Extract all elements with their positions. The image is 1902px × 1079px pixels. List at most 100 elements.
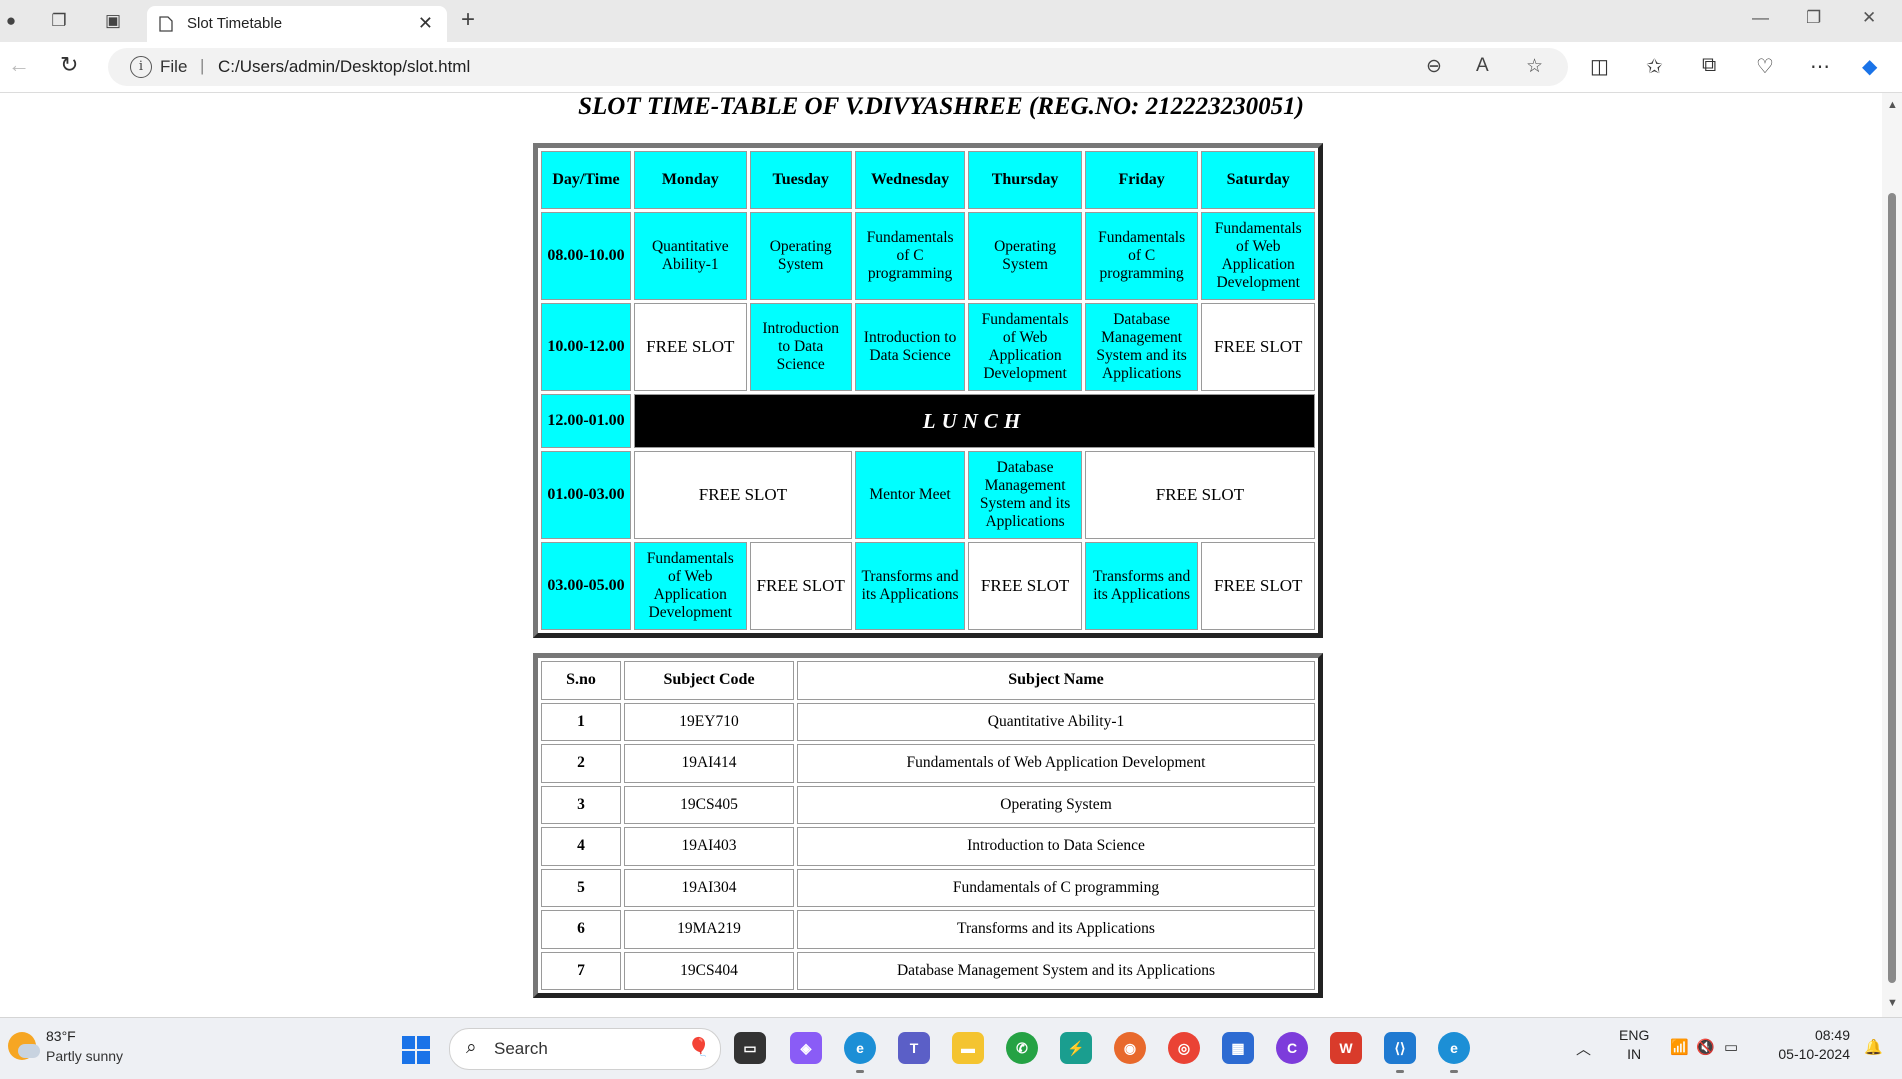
zoom-icon[interactable]: ⊖ (1426, 55, 1442, 78)
restore-icon[interactable]: ❐ (1806, 8, 1821, 28)
favorites-icon[interactable]: ✩ (1646, 54, 1663, 79)
chrome-icon[interactable]: ◎ (1168, 1032, 1200, 1064)
tab-slot-timetable[interactable]: Slot Timetable ✕ (147, 6, 447, 42)
subject-name: Transforms and its Applications (797, 910, 1315, 949)
subject-row: 5 19AI304 Fundamentals of C programming (541, 868, 1315, 907)
subject-row: 7 19CS404 Database Management System and… (541, 951, 1315, 990)
subject-sno: 3 (541, 785, 621, 824)
timetable-row: 01.00-03.00 FREE SLOT Mentor Meet Databa… (541, 451, 1315, 539)
header-monday: Monday (634, 151, 747, 209)
system-clock[interactable]: 08:49 05-10-2024 (1770, 1026, 1850, 1064)
subject-code: 19AI414 (624, 744, 794, 783)
whatsapp-icon[interactable]: ✆ (1006, 1032, 1038, 1064)
copilot-icon[interactable]: ◆ (1862, 54, 1877, 79)
wps-office-icon[interactable]: W (1330, 1032, 1362, 1064)
edge-app-icon[interactable]: e (844, 1032, 876, 1073)
slot-cell: Introduction to Data Science (854, 303, 966, 391)
more-menu-icon[interactable]: ⋯ (1810, 54, 1830, 79)
address-bar[interactable]: i File | C:/Users/admin/Desktop/slot.htm… (108, 48, 1568, 86)
subject-sno: 2 (541, 744, 621, 783)
address-url[interactable]: C:/Users/admin/Desktop/slot.html (218, 57, 470, 77)
read-aloud-icon[interactable]: A (1476, 55, 1489, 77)
slot-cell: Database Management System and its Appli… (1084, 303, 1199, 391)
favorite-star-icon[interactable]: ☆ (1526, 55, 1543, 78)
subject-table: S.no Subject Code Subject Name 1 19EY710… (533, 653, 1323, 998)
free-slot-cell: FREE SLOT (749, 542, 852, 630)
tab-title: Slot Timetable (187, 15, 283, 32)
free-slot-cell: FREE SLOT (1084, 451, 1315, 539)
subject-code: 19MA219 (624, 910, 794, 949)
subject-header-row: S.no Subject Code Subject Name (541, 661, 1315, 700)
time-slot: 08.00-10.00 (541, 212, 632, 300)
search-icon: ⌕ (466, 1037, 477, 1058)
scroll-down-icon[interactable]: ▼ (1887, 997, 1898, 1009)
time-slot: 12.00-01.00 (541, 394, 632, 448)
task-view-icon[interactable]: ▭ (734, 1032, 766, 1064)
page-icon (159, 16, 173, 32)
subject-name: Quantitative Ability-1 (797, 702, 1315, 741)
split-screen-icon[interactable]: ◫ (1590, 54, 1609, 79)
new-tab-icon[interactable]: + (461, 6, 475, 34)
power-automate-icon[interactable]: ⚡ (1060, 1032, 1092, 1064)
copilot-app-icon[interactable]: ◈ (790, 1032, 822, 1064)
header-day-time: Day/Time (541, 151, 632, 209)
subject-code: 19CS404 (624, 951, 794, 990)
subject-name: Fundamentals of Web Application Developm… (797, 744, 1315, 783)
language-code: ENG (1619, 1027, 1650, 1043)
close-tab-icon[interactable]: ✕ (418, 13, 433, 34)
slot-cell: Operating System (968, 212, 1082, 300)
slot-cell: Operating System (749, 212, 852, 300)
close-window-icon[interactable]: ✕ (1862, 8, 1876, 28)
free-slot-cell: FREE SLOT (1201, 542, 1315, 630)
file-explorer-icon[interactable]: ▬ (952, 1032, 984, 1064)
timetable-header-row: Day/Time Monday Tuesday Wednesday Thursd… (541, 151, 1315, 209)
timetable-row: 03.00-05.00 Fundamentals of Web Applicat… (541, 542, 1315, 630)
subject-sno: 5 (541, 868, 621, 907)
canva-icon[interactable]: C (1276, 1032, 1308, 1064)
minimize-icon[interactable]: — (1752, 8, 1769, 28)
timetable-row: 08.00-10.00 Quantitative Ability-1 Opera… (541, 212, 1315, 300)
store-icon[interactable]: ▦ (1222, 1032, 1254, 1064)
slot-cell: Fundamentals of Web Application Developm… (968, 303, 1082, 391)
refresh-icon[interactable]: ↻ (60, 52, 78, 78)
teams-app-icon[interactable]: T (898, 1032, 930, 1064)
profile-icon[interactable]: ● (0, 10, 22, 32)
tray-overflow-icon[interactable]: ︿ (1576, 1038, 1591, 1059)
page-scrollbar[interactable]: ▲ ▼ (1882, 93, 1902, 1017)
weather-temperature[interactable]: 83°F (46, 1028, 76, 1044)
subject-sno: 4 (541, 827, 621, 866)
firefox-icon[interactable]: ◉ (1114, 1032, 1146, 1064)
timetable-row: 10.00-12.00 FREE SLOT Introduction to Da… (541, 303, 1315, 391)
subject-name: Fundamentals of C programming (797, 868, 1315, 907)
slot-cell: Transforms and its Applications (854, 542, 966, 630)
weather-icon[interactable] (8, 1032, 40, 1060)
wifi-icon[interactable]: 📶 (1670, 1038, 1689, 1056)
subject-row: 6 19MA219 Transforms and its Application… (541, 910, 1315, 949)
scrollbar-thumb[interactable] (1888, 193, 1896, 983)
taskbar-search[interactable]: ⌕ Search 🎈 (449, 1028, 721, 1070)
browser-essentials-icon[interactable]: ♡ (1756, 54, 1774, 79)
subject-name: Operating System (797, 785, 1315, 824)
taskbar: 83°F Partly sunny ⌕ Search 🎈 ▭ ◈ e T ▬ ✆… (0, 1017, 1902, 1079)
battery-icon[interactable]: ▭ (1724, 1038, 1738, 1056)
back-icon[interactable]: ← (8, 52, 30, 78)
windows-start-icon[interactable] (402, 1036, 430, 1064)
vscode-icon[interactable]: ⟨⟩ (1384, 1032, 1416, 1073)
slot-cell: Introduction to Data Science (749, 303, 852, 391)
tab-actions-icon[interactable]: ▣ (102, 10, 124, 32)
weather-condition[interactable]: Partly sunny (46, 1048, 123, 1064)
header-friday: Friday (1084, 151, 1199, 209)
language-indicator[interactable]: ENG IN (1619, 1026, 1649, 1064)
notification-bell-icon[interactable]: 🔔 (1864, 1038, 1883, 1056)
scroll-up-icon[interactable]: ▲ (1887, 99, 1898, 111)
subject-row: 4 19AI403 Introduction to Data Science (541, 827, 1315, 866)
collections-icon[interactable]: ⧉ (1702, 54, 1716, 77)
header-subject-name: Subject Name (797, 661, 1315, 700)
workspaces-icon[interactable]: ❐ (48, 10, 70, 32)
header-saturday: Saturday (1201, 151, 1315, 209)
volume-muted-icon[interactable]: 🔇 (1696, 1038, 1715, 1056)
site-info-icon[interactable]: i (130, 56, 152, 78)
free-slot-cell: FREE SLOT (634, 303, 747, 391)
page-title: SLOT TIME-TABLE OF V.DIVYASHREE (REG.NO:… (578, 93, 1304, 120)
edge-app-icon-active[interactable]: e (1438, 1032, 1470, 1073)
